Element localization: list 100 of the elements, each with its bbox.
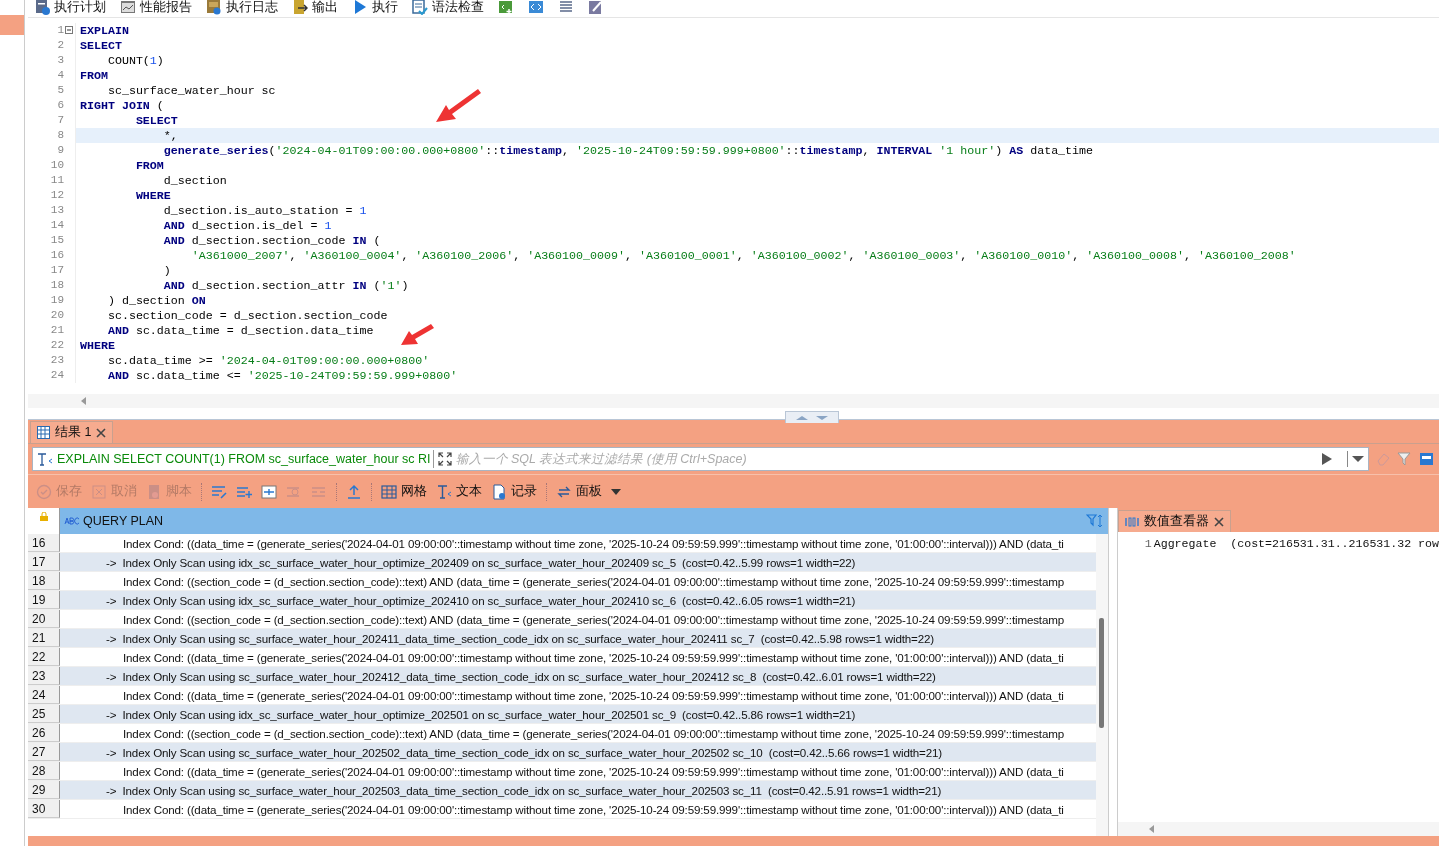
code-line: FROM — [75, 68, 108, 83]
table-cell-text: Index Cond: ((data_time = (generate_series('2024-04-01 09:00:00'::timestamp without time zone, '2025-10-24 09:59:59.999'::timestamp without time zone, '01:00:00'::interval))) AND (data_ti — [122, 802, 1065, 818]
line-number: 11 — [50, 173, 64, 188]
line-number: 22 — [50, 338, 64, 353]
upload-button[interactable] — [346, 483, 362, 500]
line-number: 6 — [57, 98, 64, 113]
pencil-document-icon — [588, 0, 604, 15]
lock-icon — [39, 512, 48, 521]
table-cell: -> Index Only Scan using sc_surface_water_hour_202502_data_time_section_code_idx on sc_surface_water_hour_202502 sc_10 (cost=0.42..5.66 rows=1 width=21) — [60, 743, 1096, 761]
panel-icon — [1419, 452, 1435, 466]
caret-icon — [611, 488, 621, 495]
chart-window-icon — [120, 0, 136, 15]
row-number: 23 — [28, 667, 60, 685]
code-button[interactable] — [528, 0, 544, 15]
script-icon — [146, 483, 162, 500]
row-edit-icon — [211, 483, 227, 500]
row-copy-icon — [261, 483, 277, 500]
table-cell: -> Index Only Scan using idx_sc_surface_water_hour_optimize_202409 on sc_surface_water_hour_202409 sc_5 (cost=0.42..5.99 rows=1 width=22) — [60, 553, 1096, 571]
row-number: 19 — [28, 591, 60, 609]
value-viewer-tab[interactable]: 数值查看器 — [1117, 510, 1231, 532]
export-arrow-icon — [292, 0, 308, 15]
line-number: 8 — [57, 128, 64, 143]
row-number: 25 — [28, 705, 60, 723]
code-line: EXPLAIN — [75, 23, 129, 38]
code-line: d_section — [75, 173, 227, 188]
toolbar-button[interactable]: 语法检查 — [412, 0, 484, 17]
log-book-icon — [206, 0, 222, 15]
row-copy-button[interactable] — [261, 483, 277, 500]
scroll-left-icon — [80, 397, 88, 405]
code-line: sc_surface_water_hour sc — [75, 83, 276, 98]
add-script-button[interactable] — [498, 0, 514, 15]
text-lines-icon — [558, 0, 574, 15]
toolbar-button[interactable]: 执行日志 — [206, 0, 278, 17]
table-cell: -> Index Only Scan using sc_surface_water_hour_202412_data_time_section_code_idx on sc_surface_water_hour_202412 sc_8 (cost=0.42..6.01 rows=1 width=22) — [60, 667, 1096, 685]
table-cell-text: Index Cond: ((section_code = (d_section.section_code)::text) AND (data_time = (generate_series('2024-04-01 09:00:00'::timestamp without time zone, '2025-10-24 09:59:59.999'::timestamp — [122, 574, 1065, 590]
document-clock-icon — [34, 0, 50, 15]
fold-toggle-icon[interactable] — [65, 25, 73, 34]
filter-field[interactable]: EXPLAIN SELECT COUNT(1) FROM sc_surface_water_hour sc RI 输入一个 SQL 表达式来过滤结果 (使用 Ctrl+Space) — [32, 447, 1369, 471]
line-number: 2 — [57, 38, 64, 53]
code-line: RIGHT JOIN ( — [75, 98, 164, 113]
close-icon — [1213, 516, 1224, 527]
line-number: 13 — [50, 203, 64, 218]
column-header[interactable]: QUERY PLAN — [60, 508, 1108, 534]
code-line: ) — [75, 263, 171, 278]
syntax-check-icon — [412, 0, 428, 15]
toolbar-button[interactable]: 记录 — [491, 482, 537, 501]
filter-icon — [1397, 452, 1413, 466]
dropdown-button[interactable] — [611, 488, 621, 495]
grid-icon — [381, 483, 397, 500]
play-icon — [352, 0, 368, 15]
code-line: AND sc.data_time = d_section.data_time — [75, 323, 374, 338]
line-number: 21 — [50, 323, 64, 338]
table-icon — [37, 426, 50, 439]
sort-filter-icon — [1085, 514, 1104, 528]
scrollbar-thumb[interactable] — [1098, 618, 1104, 728]
table-cell: -> Index Only Scan using idx_sc_surface_water_hour_optimize_202410 on sc_surface_water_hour_202410 sc_6 (cost=0.42..6.05 rows=1 width=21) — [60, 591, 1096, 609]
line-number: 24 — [50, 368, 64, 383]
toolbar-button[interactable]: 输出 — [292, 0, 338, 17]
line-number: 15 — [50, 233, 64, 248]
toolbar-button[interactable]: 文本 — [436, 482, 482, 501]
side-panel-marker — [0, 15, 24, 35]
line-number: 16 — [50, 248, 64, 263]
code-line: SELECT — [75, 38, 122, 53]
annotation-arrow — [401, 324, 434, 345]
code-line: generate_series('2024-04-01T09:00:00.000+0800'::timestamp, '2025-10-24T09:59:59.999+0800'::timestamp, INTERVAL '1 hour') AS data_time — [75, 143, 1094, 158]
line-number: 20 — [50, 308, 64, 323]
filter-button[interactable] — [1397, 452, 1413, 466]
dropdown-caret-icon — [1352, 455, 1364, 463]
line-number: 7 — [57, 113, 64, 128]
row-number: 22 — [28, 648, 60, 666]
toolbar-button[interactable]: 执行计划 — [34, 0, 106, 17]
eraser-icon — [1375, 452, 1391, 466]
row-edit-button[interactable] — [211, 483, 227, 500]
code-line: AND d_section.section_attr IN ('1') — [75, 278, 409, 293]
pencil-document-button[interactable] — [588, 0, 604, 15]
code-line: sc.section_code = d_section.section_code — [75, 308, 388, 323]
toolbar-button[interactable]: 面板 — [556, 482, 602, 501]
text-lines-button[interactable] — [558, 0, 574, 15]
code-line: sc.data_time >= '2024-04-01T09:00:00.000+0800' — [75, 353, 430, 368]
row-number: 20 — [28, 610, 60, 628]
toolbar-button[interactable]: 网格 — [381, 482, 427, 501]
upload-icon — [346, 483, 362, 500]
row-number: 26 — [28, 724, 60, 742]
record-document-icon — [491, 483, 507, 500]
row-number: 29 — [28, 781, 60, 799]
toolbar-button[interactable]: 执行 — [352, 0, 398, 17]
table-cell-text: Index Cond: ((data_time = (generate_series('2024-04-01 09:00:00'::timestamp without time zone, '2025-10-24 09:59:59.999'::timestamp without time zone, '01:00:00'::interval))) AND (data_ti — [122, 536, 1065, 552]
row-number: 24 — [28, 686, 60, 704]
toolbar-button[interactable]: 性能报告 — [120, 0, 192, 17]
splitter-handle[interactable] — [785, 411, 839, 423]
table-cell: -> Index Only Scan using sc_surface_water_hour_202411_data_time_section_code_idx on sc_surface_water_hour_202411 sc_7 (cost=0.42..5.98 rows=1 width=22) — [60, 629, 1096, 647]
panel-settings-button[interactable] — [1419, 452, 1435, 466]
line-number: 18 — [50, 278, 64, 293]
filter-input[interactable]: 输入一个 SQL 表达式来过滤结果 (使用 Ctrl+Space) — [455, 449, 1317, 469]
code-line: AND sc.data_time <= '2025-10-24T09:59:59.999+0800' — [75, 368, 458, 383]
line-number: 1 — [57, 23, 64, 38]
table-cell-text: Index Cond: ((section_code = (d_section.section_code)::text) AND (data_time = (generate_series('2024-04-01 09:00:00'::timestamp without time zone, '2025-10-24 09:59:59.999'::timestamp — [122, 612, 1065, 628]
line-number: 10 — [50, 158, 64, 173]
code-line: FROM — [75, 158, 164, 173]
result-tab[interactable]: 结果 1 — [30, 421, 114, 443]
